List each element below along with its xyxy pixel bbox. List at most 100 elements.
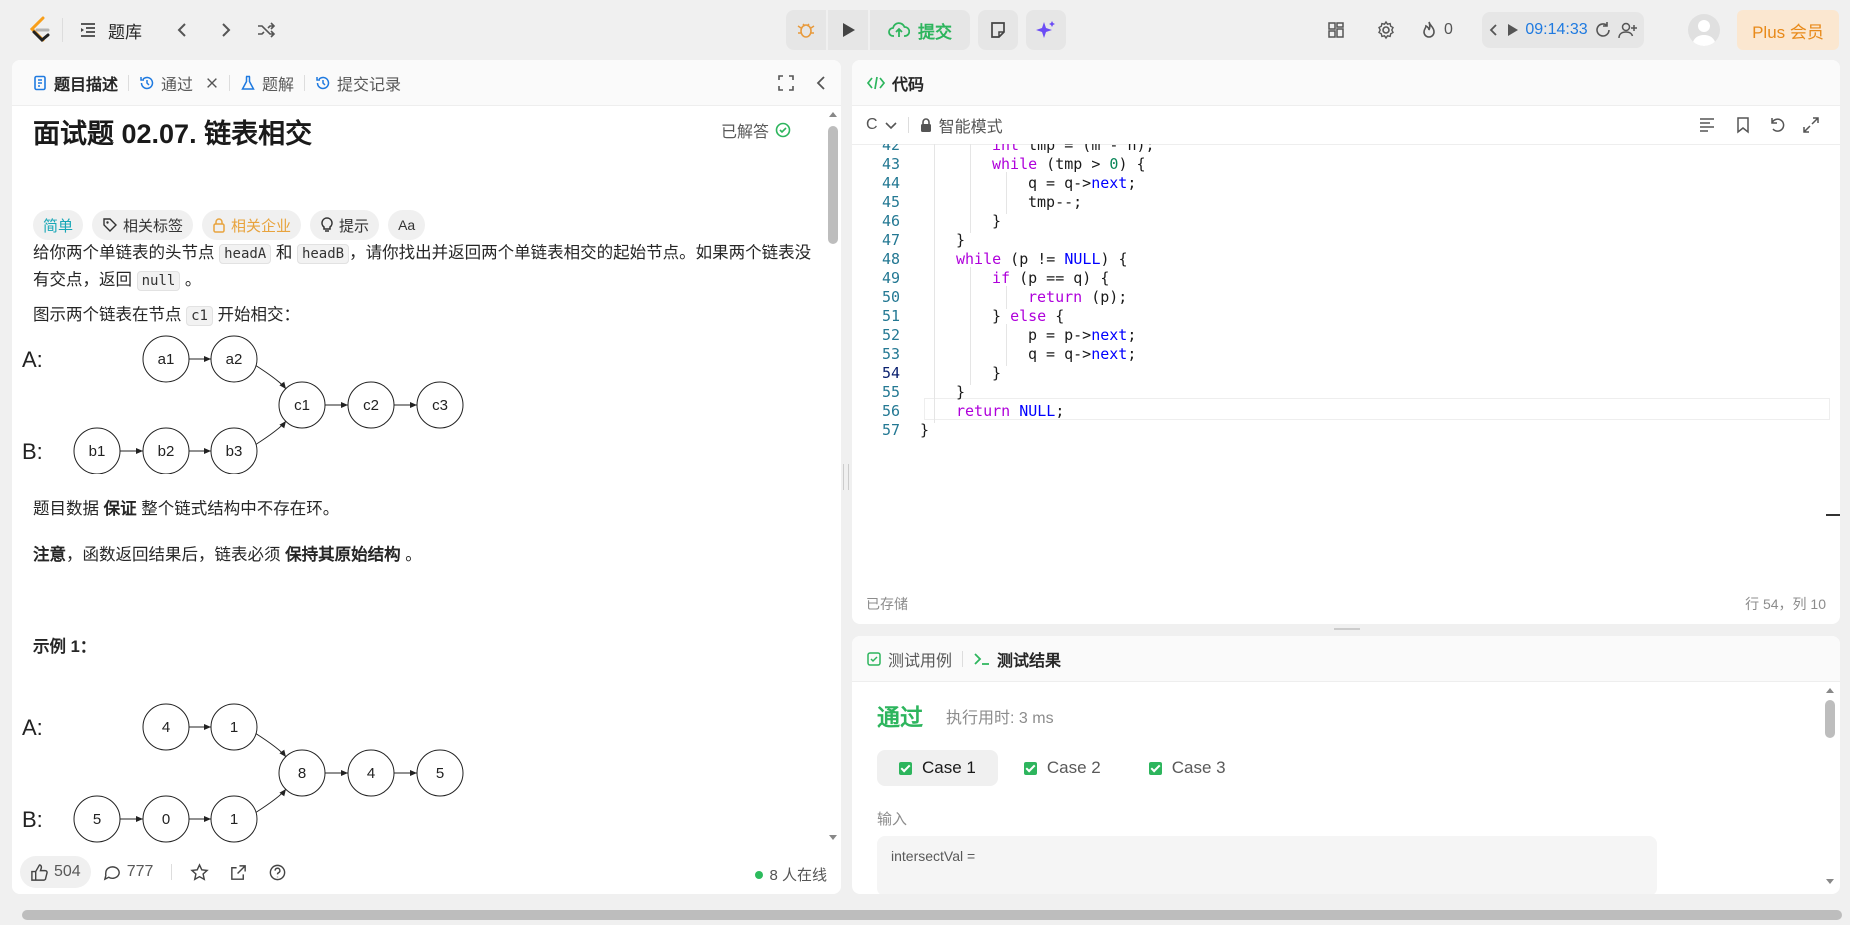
share-button[interactable] <box>219 856 258 888</box>
code-text: if (p == q) { <box>992 269 1110 288</box>
node-label: a2 <box>226 351 243 368</box>
fire-icon <box>1423 21 1435 38</box>
flask-icon <box>241 75 255 90</box>
tab-solutions[interactable]: 题解 <box>232 60 302 106</box>
problem-scrollbar[interactable] <box>827 110 839 842</box>
debug-button[interactable] <box>786 10 826 50</box>
tag-icon <box>103 218 118 232</box>
list-arrow <box>254 364 287 390</box>
code-editor[interactable]: 42 int tmp = (m - n); 43 while (tmp > 0) {4… <box>852 144 1840 584</box>
tab-test-result[interactable]: 测试结果 <box>965 636 1069 682</box>
tab-description[interactable]: 题目描述 <box>24 60 126 106</box>
bug-icon <box>797 23 815 38</box>
expand-icon[interactable] <box>1802 116 1820 134</box>
thumbs-up-icon <box>31 863 48 881</box>
sparkle-icon <box>1036 21 1055 38</box>
comments-button[interactable]: 777 <box>93 856 164 888</box>
chevron-left-icon[interactable] <box>1488 23 1500 37</box>
case-tab-1[interactable]: Case 1 <box>877 750 998 786</box>
play-icon <box>843 23 855 37</box>
format-icon[interactable] <box>1698 116 1716 134</box>
tab-solutions-label: 题解 <box>262 76 295 94</box>
like-button[interactable]: 504 <box>20 856 91 888</box>
code-text: } <box>992 212 1002 231</box>
note-button[interactable] <box>978 10 1018 50</box>
problem-tabs: 题目描述 通过 题解 提交记录 <box>12 60 841 106</box>
list-arrow <box>254 732 287 758</box>
hint-button[interactable]: 提示 <box>310 210 380 240</box>
play-icon[interactable] <box>1506 23 1519 37</box>
run-button[interactable] <box>828 10 868 50</box>
scroll-down-icon[interactable] <box>1825 876 1835 886</box>
collapse-panel-icon[interactable] <box>812 73 832 93</box>
language-select[interactable]: C <box>866 116 898 134</box>
code-text: } <box>956 383 966 402</box>
translate-button[interactable]: Aa <box>388 210 426 240</box>
scroll-down-icon[interactable] <box>828 832 838 842</box>
problem-list-button[interactable]: 题库 <box>78 12 142 48</box>
close-icon[interactable] <box>205 76 219 90</box>
check-icon <box>1023 761 1037 775</box>
code-icon <box>866 76 886 89</box>
case-tabs: Case 1 Case 2 Case 3 <box>877 750 1248 786</box>
difficulty-badge[interactable]: 简单 <box>33 210 84 240</box>
check-circle-icon <box>775 122 791 138</box>
result-scrollbar[interactable] <box>1824 686 1836 886</box>
case-label: Case 1 <box>922 758 976 777</box>
scrollbar-thumb[interactable] <box>22 910 1842 920</box>
verdict-label: 通过 <box>877 704 923 730</box>
scroll-up-icon[interactable] <box>1825 686 1835 696</box>
settings-button[interactable] <box>1368 12 1404 48</box>
undo-icon[interactable] <box>1768 116 1786 134</box>
problem-title[interactable]: 面试题 02.07. 链表相交 <box>33 112 312 151</box>
avatar[interactable] <box>1688 14 1720 46</box>
desc-text: 开始相交： <box>217 306 301 324</box>
code-line[interactable]: 57} <box>852 419 1840 442</box>
tab-code[interactable]: 代码 <box>866 60 932 106</box>
list-icon <box>81 23 95 37</box>
reset-icon[interactable] <box>1594 21 1612 39</box>
tab-submissions-label: 提交记录 <box>337 76 402 94</box>
code-text: } <box>956 231 966 250</box>
node-label: 5 <box>436 765 444 782</box>
ai-assistant-button[interactable] <box>1026 10 1066 50</box>
add-user-icon[interactable] <box>1618 21 1638 39</box>
result-tabs: 测试用例 测试结果 <box>852 636 1840 682</box>
plus-membership-button[interactable]: Plus 会员 <box>1737 10 1839 50</box>
tab-submissions[interactable]: 提交记录 <box>307 60 409 106</box>
page-horizontal-scrollbar[interactable] <box>0 904 1850 925</box>
line-number: 44 <box>881 174 900 193</box>
inline-code-headA: headA <box>219 244 272 264</box>
case-tab-3[interactable]: Case 3 <box>1127 750 1248 786</box>
bookmark-icon[interactable] <box>1734 116 1752 134</box>
code-text: while (tmp > 0) { <box>992 155 1146 174</box>
case-tab-2[interactable]: Case 2 <box>1002 750 1123 786</box>
tab-accepted-label: 通过 <box>161 76 194 94</box>
share-icon <box>231 864 247 880</box>
streak-counter[interactable]: 0 <box>1420 12 1453 48</box>
next-problem-button[interactable] <box>207 12 243 48</box>
submit-button[interactable]: 提交 <box>870 10 970 50</box>
layout-button[interactable] <box>1318 12 1354 48</box>
description-paragraph-2: 图示两个链表在节点 c1 开始相交： <box>33 302 813 329</box>
timer-display: 09:14:33 <box>1525 21 1588 38</box>
tab-testcase-label: 测试用例 <box>888 652 953 670</box>
list-b-label: B: <box>22 439 43 464</box>
fullscreen-icon[interactable] <box>776 73 796 93</box>
random-problem-button[interactable] <box>248 12 284 48</box>
tab-accepted[interactable]: 通过 <box>131 60 227 106</box>
smart-mode-toggle[interactable]: 智能模式 <box>919 113 1003 137</box>
line-number: 43 <box>881 155 900 174</box>
vertical-resize-handle[interactable] <box>1334 628 1360 630</box>
scroll-up-icon[interactable] <box>828 110 838 120</box>
related-companies-button[interactable]: 相关企业 <box>202 210 302 240</box>
prev-problem-button[interactable] <box>165 12 201 48</box>
question-icon <box>270 864 286 880</box>
favorite-button[interactable] <box>180 856 219 888</box>
related-tags-button[interactable]: 相关标签 <box>92 210 194 240</box>
panel-resize-handle[interactable] <box>843 464 849 490</box>
tab-testcase[interactable]: 测试用例 <box>866 636 960 682</box>
leetcode-logo[interactable] <box>26 12 54 48</box>
comment-icon <box>103 865 120 880</box>
help-button[interactable] <box>258 856 297 888</box>
